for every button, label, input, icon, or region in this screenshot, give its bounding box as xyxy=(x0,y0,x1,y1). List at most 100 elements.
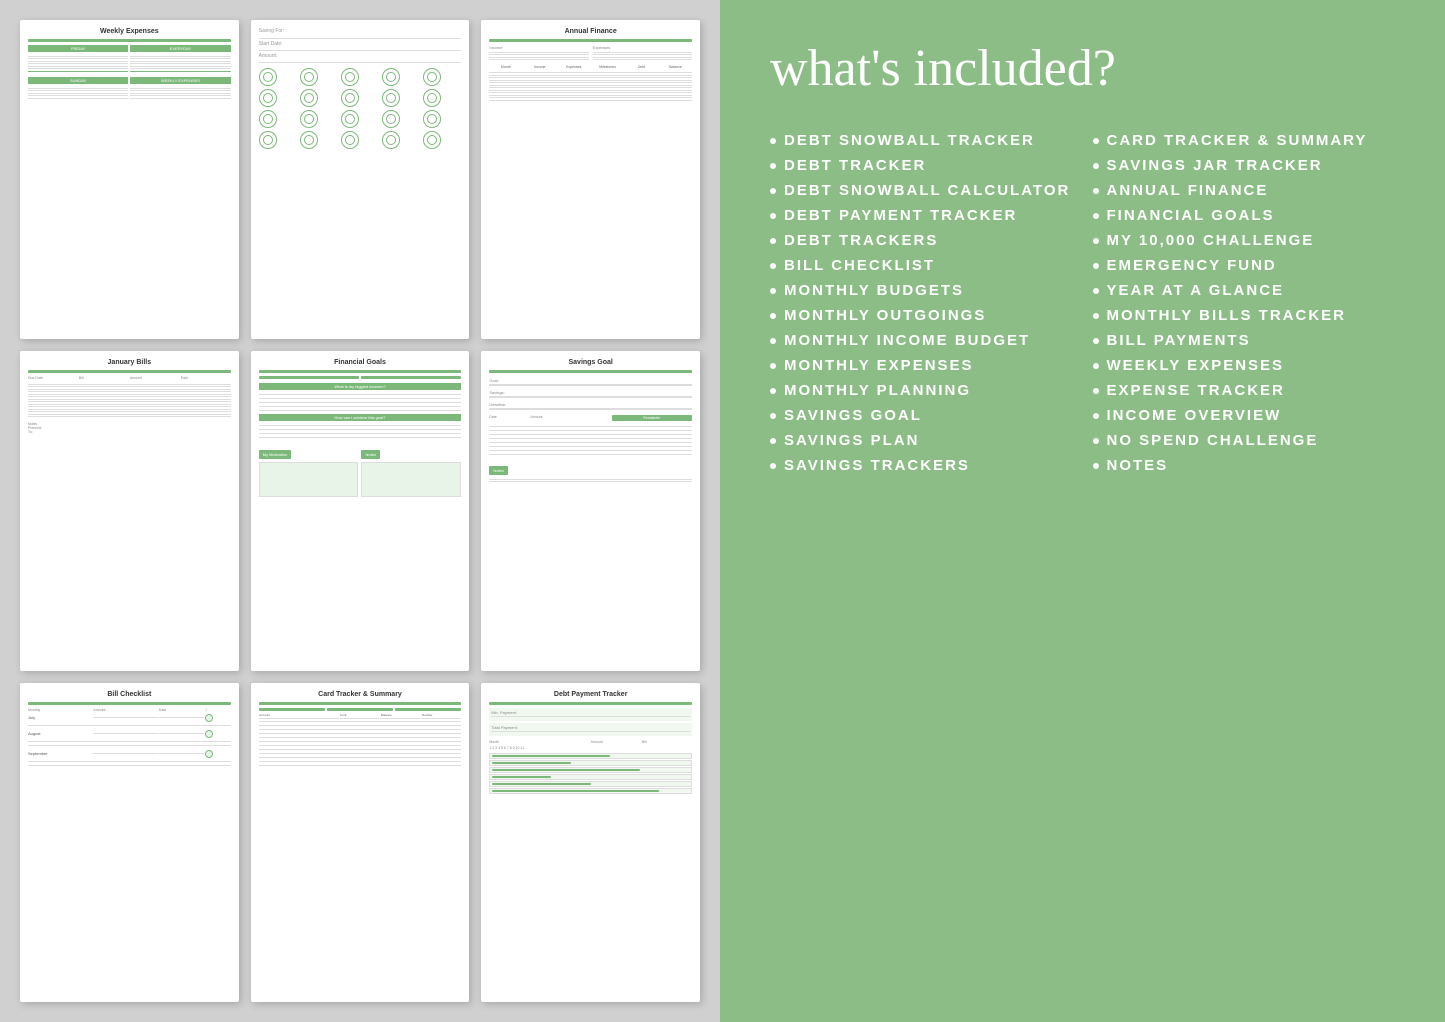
progress-bar xyxy=(492,790,659,792)
to-label: To: xyxy=(28,430,231,434)
line xyxy=(259,745,462,746)
bullet-icon xyxy=(1093,213,1099,219)
list-item: CARD TRACKER & SUMMARY xyxy=(1093,132,1396,149)
limit-cell: Limit xyxy=(340,713,380,719)
line xyxy=(259,757,462,758)
doc-debt-payment: Debt Payment Tracker Min. Payment: Total… xyxy=(481,683,700,1002)
tab3 xyxy=(395,708,461,711)
line xyxy=(259,765,462,766)
line xyxy=(489,57,588,58)
line xyxy=(259,737,462,738)
line xyxy=(259,733,462,734)
line xyxy=(259,410,462,411)
line xyxy=(28,95,128,96)
circle-inner xyxy=(263,72,273,82)
start-date-label: Start Date: xyxy=(259,41,462,47)
goal-bar xyxy=(489,384,692,386)
savings-bar xyxy=(489,396,692,398)
row6 xyxy=(489,788,692,794)
list-item-label: MONTHLY BILLS TRACKER xyxy=(1107,307,1347,324)
notes-box xyxy=(361,462,461,497)
line xyxy=(130,61,230,62)
list-item: WEEKLY EXPENSES xyxy=(1093,357,1396,374)
progress-bar xyxy=(492,762,571,764)
af-grid: Month Income Expenses Milestones Debt Ba… xyxy=(489,65,692,69)
fg-section-achieve: How can I achieve this goal? xyxy=(259,414,462,421)
circle xyxy=(382,110,400,128)
check-circle xyxy=(205,730,213,738)
doc-savings-goal: Savings Goal Goal: Savings: Deadline: Da… xyxy=(481,351,700,670)
line xyxy=(259,429,462,430)
doc-financial-goals: Financial Goals What is my biggest conce… xyxy=(251,351,470,670)
line xyxy=(28,745,231,746)
bullet-icon xyxy=(1093,363,1099,369)
check-header: ✓ xyxy=(205,708,231,712)
list-item-label: INCOME OVERVIEW xyxy=(1107,407,1282,424)
list-item-label: NOTES xyxy=(1107,457,1169,474)
circle xyxy=(382,89,400,107)
list-item-label: WEEKLY EXPENSES xyxy=(1107,357,1285,374)
line xyxy=(28,58,128,59)
green-bar xyxy=(489,39,692,42)
circles-grid xyxy=(259,68,462,149)
bullet-icon xyxy=(770,313,776,319)
line xyxy=(259,749,462,750)
line xyxy=(259,437,462,438)
list-item-label: NO SPEND CHALLENGE xyxy=(1107,432,1319,449)
line xyxy=(28,88,128,89)
fg-section-biggest: What is my biggest concern? xyxy=(259,383,462,390)
line xyxy=(28,56,128,57)
my-motivation-btn: My Motivation xyxy=(259,450,292,459)
line xyxy=(130,68,230,69)
line xyxy=(28,409,231,410)
list-item: YEAR AT A GLANCE xyxy=(1093,282,1396,299)
remainder-header: Remainder xyxy=(612,415,692,421)
line xyxy=(28,386,231,387)
list-item: SAVINGS TRACKERS xyxy=(770,457,1073,474)
line xyxy=(489,80,692,81)
line xyxy=(259,761,462,762)
list-item: DEBT PAYMENT TRACKER xyxy=(770,207,1073,224)
section-label-weekly: WEEKLY EXPENSES xyxy=(130,77,230,84)
section-label-everyday: EVERYDAY xyxy=(130,45,230,52)
due-date-label: Due Date xyxy=(28,376,78,380)
line xyxy=(130,88,230,89)
line xyxy=(489,52,588,53)
line xyxy=(130,63,230,64)
left-panel: Weekly Expenses FRIDAY EVERYDAY xyxy=(0,0,720,1022)
green-bar xyxy=(489,370,692,373)
circle-inner xyxy=(304,114,314,124)
line xyxy=(130,66,230,67)
list-item-label: SAVINGS PLAN xyxy=(784,432,919,449)
line xyxy=(259,753,462,754)
circle xyxy=(423,68,441,86)
section-label-friday: FRIDAY xyxy=(28,45,128,52)
income-label: Income xyxy=(489,45,588,50)
line xyxy=(28,401,231,402)
deadline-bar xyxy=(489,408,692,410)
circle xyxy=(423,131,441,149)
list-item: DEBT TRACKER xyxy=(770,157,1073,174)
line xyxy=(489,442,692,443)
line xyxy=(259,729,462,730)
deadline-label: Deadline: xyxy=(489,402,692,407)
list-item: MONTHLY OUTGOINGS xyxy=(770,307,1073,324)
line xyxy=(489,97,692,98)
bullet-icon xyxy=(770,138,776,144)
september-label: September xyxy=(28,751,92,756)
list-item: INCOME OVERVIEW xyxy=(1093,407,1396,424)
sg-deadline: Deadline: xyxy=(489,402,692,410)
doc-title-card: Card Tracker & Summary xyxy=(259,691,462,698)
list-item-label: BILL PAYMENTS xyxy=(1107,332,1251,349)
progress-bar xyxy=(492,769,640,771)
line xyxy=(489,479,692,480)
circle-inner xyxy=(304,72,314,82)
sg-savings: Savings: xyxy=(489,390,692,398)
list-item: DEBT SNOWBALL CALCULATOR xyxy=(770,182,1073,199)
circle xyxy=(423,89,441,107)
list-item-label: DEBT TRACKER xyxy=(784,157,926,174)
list-item-label: DEBT SNOWBALL CALCULATOR xyxy=(784,182,1070,199)
circle xyxy=(382,68,400,86)
line xyxy=(28,98,128,99)
list-item: SAVINGS PLAN xyxy=(770,432,1073,449)
